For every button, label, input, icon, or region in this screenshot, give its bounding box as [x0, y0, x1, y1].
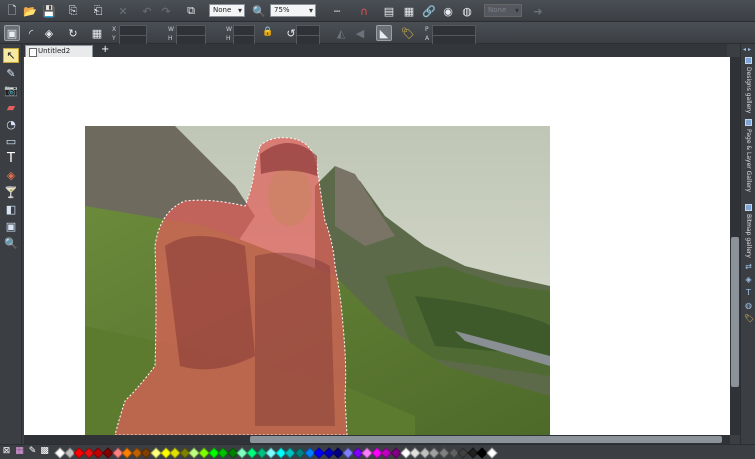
flip-horizontal-icon[interactable]: ◭	[333, 25, 349, 41]
curve-icon[interactable]: ◜	[23, 25, 39, 41]
panel-nav-arrows[interactable]: ◂ ▸	[741, 45, 753, 54]
text-tool-icon[interactable]: T	[3, 151, 19, 166]
shape-editor-icon[interactable]: ◔	[3, 117, 19, 132]
disabled-select: None	[484, 4, 522, 17]
fill-gallery-icon[interactable]: ◈	[744, 275, 753, 284]
rectangle-tool-icon[interactable]: ▭	[3, 134, 19, 149]
zoom-icon[interactable]: 🔍	[251, 3, 267, 19]
document-canvas[interactable]	[24, 57, 730, 435]
name-gallery-icon[interactable]: 🏷	[744, 314, 754, 323]
import-icon[interactable]: ⎘	[65, 3, 81, 19]
designs-gallery-tab[interactable]: Designs gallery	[742, 57, 755, 117]
photo-image[interactable]	[85, 126, 550, 435]
transform-mode-icon[interactable]: ◣	[376, 25, 392, 41]
bring-to-front-icon[interactable]: ⧉	[183, 3, 199, 19]
line-style-icon[interactable]: ┄	[325, 3, 349, 19]
quality-select[interactable]: None	[209, 4, 245, 17]
export-icon[interactable]: ⎗	[90, 3, 106, 19]
gallery-panel: ◂ ▸ × Designs gallery Page & Layer Galle…	[740, 44, 755, 444]
page-layer-gallery-tab[interactable]: Page & Layer Gallery	[742, 119, 755, 199]
h-label: H	[168, 35, 173, 42]
delete-icon[interactable]: ✕	[115, 3, 131, 19]
colour-swatch[interactable]	[486, 447, 498, 459]
colour-editor-icon[interactable]: ▦	[14, 446, 25, 457]
y-label: Y	[112, 35, 116, 42]
zoom-tool-icon[interactable]: 🔍	[3, 236, 19, 251]
a-label: A	[425, 35, 430, 42]
no-colour-icon[interactable]: ⊠	[1, 446, 12, 457]
paste-attributes-icon[interactable]: ▦	[401, 3, 417, 19]
font-gallery-icon[interactable]: T	[744, 288, 753, 297]
redo-icon[interactable]: ↷	[158, 3, 174, 19]
save-icon[interactable]: 💾	[41, 3, 57, 19]
main-toolbar: 🗋 📂 💾 ⎘ ⎗ ✕ ↶ ↷ ⧉ None 🔍 75% ┄ ∩ ▤ ▦ 🔗 ◉…	[0, 0, 755, 22]
web-icon[interactable]: ◉	[440, 3, 456, 19]
x-label: X	[112, 26, 117, 33]
document-tabs: Untitled2 +	[22, 44, 727, 57]
info-bar: ▣ ◜ ◈ ↻ ▦ X Y W H W H 🔒 ↺ ◭ ◀ ◣ 🏷 P A	[0, 22, 755, 46]
horizontal-scroll-thumb[interactable]	[250, 436, 722, 443]
horizontal-scrollbar[interactable]	[24, 435, 730, 444]
colour-palette: ⊠ ▦ ✎ ▩	[0, 444, 755, 459]
flip-vertical-icon[interactable]: ◀	[352, 25, 368, 41]
w-label: W	[168, 26, 174, 33]
scale-w-label: W	[226, 26, 232, 33]
bevel-tool-icon[interactable]: ▣	[3, 219, 19, 234]
publish-icon[interactable]: ◍	[459, 3, 475, 19]
grid-icon[interactable]: ▦	[89, 25, 105, 41]
selector-mode-icon[interactable]: ▣	[4, 25, 20, 41]
zoom-select[interactable]: 75%	[270, 4, 316, 17]
tab-untitled2[interactable]: Untitled2	[25, 45, 93, 57]
open-icon[interactable]: 📂	[22, 3, 38, 19]
photo-tool-icon[interactable]: 📷	[3, 83, 19, 98]
rotate-icon[interactable]: ↻	[65, 25, 81, 41]
snap-magnet-icon[interactable]: ∩	[356, 3, 372, 19]
new-document-icon[interactable]: 🗋	[4, 3, 20, 19]
transparency-tool-icon[interactable]: 🍸	[3, 185, 19, 200]
undo-icon[interactable]: ↶	[139, 3, 155, 19]
colour-gallery-icon[interactable]: ◍	[744, 301, 753, 310]
copy-attributes-icon[interactable]: ▤	[381, 3, 397, 19]
scale-h-label: H	[226, 35, 231, 42]
vertical-scroll-thumb[interactable]	[731, 237, 739, 387]
bitmap-gallery-tab[interactable]: Bitmap gallery	[742, 204, 755, 259]
pen-tool-icon[interactable]: ✎	[3, 66, 19, 81]
fill-tool-icon[interactable]: ◈	[3, 168, 19, 183]
p-label: P	[425, 26, 429, 33]
eyedropper-icon[interactable]: ✎	[27, 446, 38, 457]
vertical-scrollbar[interactable]	[730, 57, 740, 435]
add-tab-button[interactable]: +	[101, 44, 109, 56]
tag-icon[interactable]: 🏷	[400, 25, 416, 41]
toolbox: ↖ ✎ 📷 ▰ ◔ ▭ T ◈ 🍸 ◧ ▣ 🔍	[0, 44, 22, 444]
arrow-right-icon: ➜	[533, 4, 543, 18]
fill-icon[interactable]: ◈	[41, 25, 57, 41]
lock-aspect-icon[interactable]: 🔒	[262, 26, 274, 38]
link-icon[interactable]: 🔗	[421, 3, 437, 19]
line-gallery-icon[interactable]: ⇄	[744, 262, 753, 271]
transparent-swatch-icon[interactable]: ▩	[39, 446, 50, 457]
shadow-tool-icon[interactable]: ◧	[3, 202, 19, 217]
eraser-tool-icon[interactable]: ▰	[3, 100, 19, 115]
selector-tool-icon[interactable]: ↖	[3, 48, 19, 63]
